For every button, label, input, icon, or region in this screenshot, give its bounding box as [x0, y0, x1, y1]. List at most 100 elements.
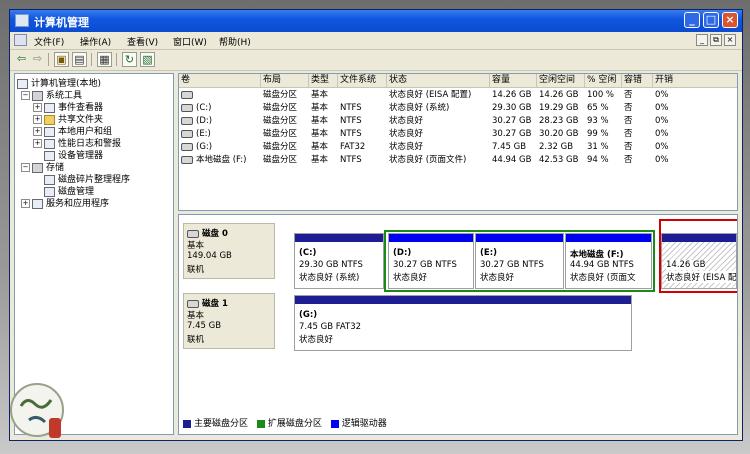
cell-status: 状态良好 (EISA 配置): [387, 89, 471, 102]
cell-type: 基本: [309, 102, 328, 115]
cell-text: 0%: [655, 116, 669, 126]
cell-type: 基本: [309, 128, 328, 141]
cell-text: 30.20 GB: [539, 129, 579, 139]
child-close-button[interactable]: ×: [724, 34, 736, 46]
disk-0-type: 基本: [187, 241, 205, 251]
collapse-icon[interactable]: −: [21, 163, 30, 172]
cell-status: 状态良好: [387, 141, 423, 154]
disk-1-label[interactable]: 磁盘 1 基本 7.45 GB 联机: [183, 293, 275, 349]
perf-logs-icon: [44, 138, 55, 149]
cell-text: 19.29 GB: [539, 103, 579, 113]
volume-c-status: 状态良好 (系统): [299, 273, 360, 283]
cell-text: (D:): [196, 116, 213, 126]
cell-layout: 磁盘分区: [261, 115, 297, 128]
column-header-filesystem[interactable]: 文件系统: [338, 74, 387, 87]
maximize-button[interactable]: □: [703, 12, 719, 28]
volume-list-row[interactable]: (D:) 磁盘分区 基本 NTFS 状态良好 30.27 GB 28.23 GB 93 % 否 0…: [179, 115, 737, 128]
menu-view[interactable]: 查看(V): [127, 35, 158, 48]
cell-percent-free: 93 %: [585, 115, 609, 128]
column-header-capacity[interactable]: 容量: [490, 74, 537, 87]
cell-capacity: 30.27 GB: [490, 128, 531, 141]
cell-text: 0%: [655, 103, 669, 113]
expand-icon[interactable]: +: [21, 199, 30, 208]
cell-text: 29.30 GB: [492, 103, 532, 113]
column-header-free-space[interactable]: 空闲空间: [537, 74, 585, 87]
volume-d[interactable]: (D:) 30.27 GB NTFS 状态良好: [388, 233, 474, 289]
logical-drive-bar: [389, 234, 473, 242]
volume-g[interactable]: (G:) 7.45 GB FAT32 状态良好: [294, 295, 632, 351]
cell-text: 94 %: [587, 155, 609, 165]
cell-text: NTFS: [340, 129, 362, 139]
cell-capacity: 14.26 GB: [490, 89, 531, 102]
cell-percent-free: 31 %: [585, 141, 609, 154]
column-header-overhead[interactable]: 开销: [653, 74, 737, 87]
cell-text: FAT32: [340, 142, 366, 152]
collapse-icon[interactable]: −: [21, 91, 30, 100]
volume-list-row[interactable]: 本地磁盘 (F:) 磁盘分区 基本 NTFS 状态良好 (页面文件) 44.94 GB 42…: [179, 154, 737, 167]
column-header-volume[interactable]: 卷: [179, 74, 261, 87]
cell-text: 0%: [655, 129, 669, 139]
cell-overhead: 0%: [653, 128, 669, 141]
minimize-button[interactable]: _: [684, 12, 700, 28]
disk-graphical-view: 磁盘 0 基本 149.04 GB 联机 (C:) 29.30 GB NTFS …: [178, 214, 738, 435]
menu-help[interactable]: 帮助(H): [219, 35, 251, 48]
column-header-status[interactable]: 状态: [387, 74, 490, 87]
legend-logical: 逻辑驱动器: [341, 419, 387, 429]
volume-list-row[interactable]: (C:) 磁盘分区 基本 NTFS 状态良好 (系统) 29.30 GB 19.29 GB 6…: [179, 102, 737, 115]
disk-0-label[interactable]: 磁盘 0 基本 149.04 GB 联机: [183, 223, 275, 279]
close-button[interactable]: ×: [722, 12, 738, 28]
tree-services[interactable]: + 服务和应用程序: [21, 196, 109, 209]
column-header-layout[interactable]: 布局: [261, 74, 309, 87]
expand-icon[interactable]: +: [33, 139, 42, 148]
show-tree-icon[interactable]: ▤: [72, 52, 87, 67]
title-bar[interactable]: 计算机管理 _ □ ×: [10, 10, 742, 32]
child-minimize-button[interactable]: _: [696, 34, 708, 46]
properties-icon[interactable]: ▦: [97, 52, 112, 67]
menu-window[interactable]: 窗口(W): [173, 35, 207, 48]
column-header-fault-tolerance[interactable]: 容错: [622, 74, 653, 87]
up-folder-icon[interactable]: ▣: [54, 52, 69, 67]
volume-list-row[interactable]: (G:) 磁盘分区 基本 FAT32 状态良好 7.45 GB 2.32 GB 31 % 否 0%: [179, 141, 737, 154]
volume-g-name: (G:): [299, 310, 318, 320]
volume-list-row[interactable]: (E:) 磁盘分区 基本 NTFS 状态良好 30.27 GB 30.20 GB 99 % 否 0…: [179, 128, 737, 141]
volume-f[interactable]: 本地磁盘 (F:) 44.94 GB NTFS 状态良好 (页面文: [565, 233, 652, 289]
volume-c[interactable]: (C:) 29.30 GB NTFS 状态良好 (系统): [294, 233, 384, 289]
refresh-icon[interactable]: ↻: [122, 52, 137, 67]
back-arrow-icon[interactable]: ⇦: [14, 52, 29, 67]
legend-primary: 主要磁盘分区: [194, 419, 249, 429]
menu-action[interactable]: 操作(A): [80, 35, 111, 48]
primary-partition-bar: [295, 234, 383, 242]
cell-text: 否: [624, 116, 633, 126]
toolbar-separator: [116, 53, 117, 66]
cell-volume: (C:): [179, 102, 211, 115]
drive-icon: [181, 103, 193, 112]
cell-text: 状态良好: [389, 129, 424, 139]
cell-capacity: 7.45 GB: [490, 141, 526, 154]
volume-list-row[interactable]: 磁盘分区 基本 状态良好 (EISA 配置) 14.26 GB 14.26 GB 100 …: [179, 89, 737, 102]
expand-icon[interactable]: +: [33, 103, 42, 112]
logical-drive-swatch: [330, 419, 339, 428]
cell-text: 状态良好 (系统): [389, 103, 450, 113]
drive-icon: [181, 116, 193, 125]
column-header-percent-free[interactable]: % 空闲: [585, 74, 622, 87]
expand-icon[interactable]: +: [33, 115, 42, 124]
cell-overhead: 0%: [653, 154, 669, 167]
cell-layout: 磁盘分区: [261, 89, 297, 102]
forward-arrow-icon[interactable]: ⇨: [30, 52, 45, 67]
volume-e[interactable]: (E:) 30.27 GB NTFS 状态良好: [475, 233, 564, 289]
cell-free-space: 14.26 GB: [537, 89, 578, 102]
menu-file[interactable]: 文件(F): [34, 35, 64, 48]
disk-0-size: 149.04 GB: [187, 251, 232, 261]
cell-text: 基本: [311, 90, 329, 100]
expand-icon[interactable]: +: [33, 127, 42, 136]
document-icon[interactable]: [14, 34, 27, 46]
column-header-type[interactable]: 类型: [309, 74, 338, 87]
cell-type: 基本: [309, 154, 328, 167]
cell-text: 42.53 GB: [539, 155, 579, 165]
cell-layout: 磁盘分区: [261, 141, 297, 154]
child-restore-button[interactable]: ⧉: [710, 34, 722, 46]
cell-text: 65 %: [587, 103, 609, 113]
help-icon[interactable]: ▧: [140, 52, 155, 67]
cell-text: 否: [624, 90, 633, 100]
cell-text: 0%: [655, 90, 669, 100]
